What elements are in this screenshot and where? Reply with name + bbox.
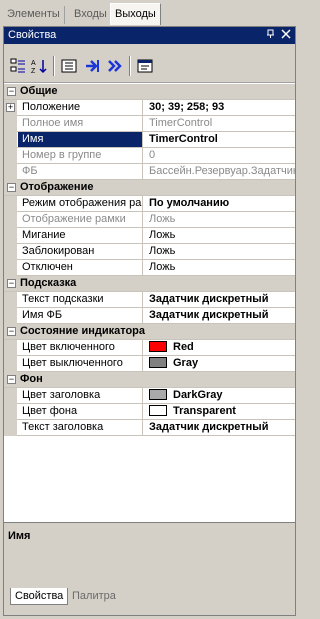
property-name: Режим отображения ра [18, 196, 143, 211]
properties-icon[interactable] [59, 56, 79, 76]
property-row-fb-name[interactable]: Имя ФБ Задатчик дискретный [4, 308, 295, 324]
property-row-frame-display[interactable]: Отображение рамки Ложь [4, 212, 295, 228]
collapse-icon[interactable]: − [7, 375, 16, 384]
property-grid: − Общие + Положение 30; 39; 258; 93 Полн… [4, 84, 295, 436]
property-value[interactable]: Transparent [145, 404, 295, 419]
events-icon[interactable] [82, 56, 102, 76]
property-row-display-mode[interactable]: Режим отображения ра По умолчанию [4, 196, 295, 212]
methods-icon[interactable] [105, 56, 125, 76]
property-name: Цвет выключенного [18, 356, 143, 371]
color-swatch [149, 341, 167, 352]
property-name: Цвет заголовка [18, 388, 143, 403]
property-row-group-number[interactable]: Номер в группе 0 [4, 148, 295, 164]
category-indicator-state[interactable]: − Состояние индикатора [4, 324, 295, 340]
property-row-blinking[interactable]: Мигание Ложь [4, 228, 295, 244]
svg-text:A: A [31, 60, 36, 67]
categorized-icon[interactable] [8, 56, 28, 76]
property-value: Ложь [149, 213, 176, 225]
tab-elements[interactable]: Элементы [3, 6, 65, 24]
property-row-header-text[interactable]: Текст заголовка Задатчик дискретный [4, 420, 295, 436]
property-row-disabled[interactable]: Отключен Ложь [4, 260, 295, 276]
property-value[interactable]: Задатчик дискретный [145, 308, 295, 323]
property-row-tooltip-text[interactable]: Текст подсказки Задатчик дискретный [4, 292, 295, 308]
svg-text:Z: Z [31, 68, 36, 74]
tab-inputs[interactable]: Входы [70, 6, 112, 24]
property-name: Положение [18, 100, 143, 115]
property-name: Номер в группе [18, 148, 143, 163]
property-row-background-color[interactable]: Цвет фона Transparent [4, 404, 295, 420]
property-name: Отображение рамки [18, 212, 143, 227]
property-name: Отключен [18, 260, 143, 275]
collapse-icon[interactable]: − [7, 327, 16, 336]
property-row-fb[interactable]: ФБ Бассейн.Резервуар.Задатчик [4, 164, 295, 180]
pin-icon[interactable] [265, 29, 277, 41]
collapse-icon[interactable]: − [7, 279, 16, 288]
description-pane: Имя [4, 522, 295, 584]
property-name: Полное имя [18, 116, 143, 131]
property-row-header-color[interactable]: Цвет заголовка DarkGray [4, 388, 295, 404]
property-value[interactable]: По умолчанию [145, 196, 295, 211]
property-value: Бассейн.Резервуар.Задатчик [149, 165, 295, 177]
property-name: Цвет включенного [18, 340, 143, 355]
panel-title-bar: Свойства [4, 27, 295, 44]
document-tab-strip: Элементы Входы Выходы [0, 0, 299, 26]
tab-properties[interactable]: Свойства [10, 588, 69, 605]
description-title: Имя [8, 530, 31, 542]
bottom-tab-strip: Свойства Палитра [4, 584, 295, 615]
property-value[interactable]: Red [145, 340, 295, 355]
category-display[interactable]: − Отображение [4, 180, 295, 196]
property-name: Имя [18, 132, 143, 147]
property-value[interactable]: Задатчик дискретный [145, 292, 295, 307]
property-value[interactable]: TimerControl [145, 132, 295, 147]
property-row-name[interactable]: Имя TimerControl [4, 132, 295, 148]
property-value[interactable]: Ложь [145, 228, 295, 243]
category-general[interactable]: − Общие [4, 84, 295, 100]
property-pages-icon[interactable] [135, 56, 155, 76]
property-name: Текст заголовка [18, 420, 143, 435]
tab-outputs[interactable]: Выходы [110, 3, 161, 25]
property-row-locked[interactable]: Заблокирован Ложь [4, 244, 295, 260]
collapse-icon[interactable]: − [7, 183, 16, 192]
property-value: TimerControl [149, 117, 213, 129]
property-value[interactable]: Задатчик дискретный [145, 420, 295, 435]
property-name: Текст подсказки [18, 292, 143, 307]
panel-title: Свойства [8, 29, 57, 41]
category-tooltip[interactable]: − Подсказка [4, 276, 295, 292]
property-name: Цвет фона [18, 404, 143, 419]
property-row-on-color[interactable]: Цвет включенного Red [4, 340, 295, 356]
property-name: Имя ФБ [18, 308, 143, 323]
expand-icon[interactable]: + [6, 103, 15, 112]
properties-panel: Свойства AZ − Общие + Положение 30; 39; … [3, 26, 296, 616]
color-swatch [149, 405, 167, 416]
property-name: ФБ [18, 164, 143, 179]
tab-palette[interactable]: Палитра [68, 588, 120, 605]
property-value: 0 [149, 149, 156, 161]
property-value[interactable]: Gray [145, 356, 295, 371]
property-value[interactable]: DarkGray [145, 388, 295, 403]
category-background[interactable]: − Фон [4, 372, 295, 388]
property-name: Мигание [18, 228, 143, 243]
property-value[interactable]: 30; 39; 258; 93 [145, 100, 295, 115]
alphabetical-icon[interactable]: AZ [29, 56, 49, 76]
color-swatch [149, 357, 167, 368]
property-name: Заблокирован [18, 244, 143, 259]
properties-toolbar: AZ [4, 44, 295, 83]
close-icon[interactable] [280, 29, 292, 41]
color-swatch [149, 389, 167, 400]
property-row-position[interactable]: + Положение 30; 39; 258; 93 [4, 100, 295, 116]
collapse-icon[interactable]: − [7, 87, 16, 96]
property-value[interactable]: Ложь [145, 260, 295, 275]
property-row-off-color[interactable]: Цвет выключенного Gray [4, 356, 295, 372]
property-row-full-name[interactable]: Полное имя TimerControl [4, 116, 295, 132]
property-value[interactable]: Ложь [145, 244, 295, 259]
